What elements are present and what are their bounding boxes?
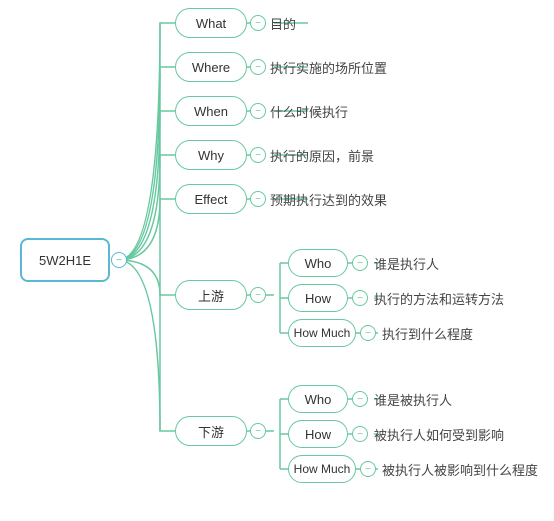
when-node: When — [175, 96, 247, 126]
how2-leaf-text: 被执行人如何受到影响 — [374, 425, 504, 444]
who1-node: Who — [288, 249, 348, 277]
effect-leaf-text: 预期执行达到的效果 — [270, 190, 387, 209]
when-label: When — [194, 104, 228, 119]
where-label: Where — [192, 60, 230, 75]
downstream-node: 下游 — [175, 416, 247, 446]
what-node: What — [175, 8, 247, 38]
mindmap-diagram: 5W2H1E − What − 目的 Where − 执行实施的场所位置 Whe… — [0, 0, 554, 521]
downstream-label: 下游 — [198, 422, 224, 441]
what-label: What — [196, 16, 226, 31]
howmuch2-collapse-btn[interactable]: − — [360, 461, 376, 477]
howmuch1-node: How Much — [288, 319, 356, 347]
who2-collapse-btn[interactable]: − — [352, 391, 368, 407]
howmuch2-node: How Much — [288, 455, 356, 483]
where-collapse-btn[interactable]: − — [250, 59, 266, 75]
when-collapse-btn[interactable]: − — [250, 103, 266, 119]
who2-leaf-text: 谁是被执行人 — [374, 390, 452, 409]
upstream-node: 上游 — [175, 280, 247, 310]
why-leaf-text: 执行的原因，前景 — [270, 146, 374, 165]
howmuch2-leaf-text: 被执行人被影响到什么程度 — [382, 460, 538, 479]
effect-label: Effect — [194, 192, 227, 207]
what-leaf-text: 目的 — [270, 14, 296, 33]
where-leaf-text: 执行实施的场所位置 — [270, 58, 387, 77]
how2-collapse-btn[interactable]: − — [352, 426, 368, 442]
how1-leaf-text: 执行的方法和运转方法 — [374, 289, 504, 308]
why-collapse-btn[interactable]: − — [250, 147, 266, 163]
upstream-collapse-btn[interactable]: − — [250, 287, 266, 303]
howmuch1-collapse-btn[interactable]: − — [360, 325, 376, 341]
howmuch1-label: How Much — [294, 326, 351, 340]
who1-collapse-btn[interactable]: − — [352, 255, 368, 271]
how1-collapse-btn[interactable]: − — [352, 290, 368, 306]
why-label: Why — [198, 148, 224, 163]
how2-node: How — [288, 420, 348, 448]
how1-label: How — [305, 291, 331, 306]
what-collapse-btn[interactable]: − — [250, 15, 266, 31]
who1-leaf-text: 谁是执行人 — [374, 254, 439, 273]
effect-node: Effect — [175, 184, 247, 214]
effect-collapse-btn[interactable]: − — [250, 191, 266, 207]
root-collapse-btn[interactable]: − — [111, 252, 127, 268]
downstream-collapse-btn[interactable]: − — [250, 423, 266, 439]
howmuch1-leaf-text: 执行到什么程度 — [382, 324, 473, 343]
root-node: 5W2H1E — [20, 238, 110, 282]
when-leaf-text: 什么时候执行 — [270, 102, 348, 121]
why-node: Why — [175, 140, 247, 170]
upstream-label: 上游 — [198, 286, 224, 305]
how2-label: How — [305, 427, 331, 442]
how1-node: How — [288, 284, 348, 312]
howmuch2-label: How Much — [294, 462, 351, 476]
who2-label: Who — [305, 392, 332, 407]
where-node: Where — [175, 52, 247, 82]
who2-node: Who — [288, 385, 348, 413]
root-label: 5W2H1E — [39, 253, 91, 268]
who1-label: Who — [305, 256, 332, 271]
